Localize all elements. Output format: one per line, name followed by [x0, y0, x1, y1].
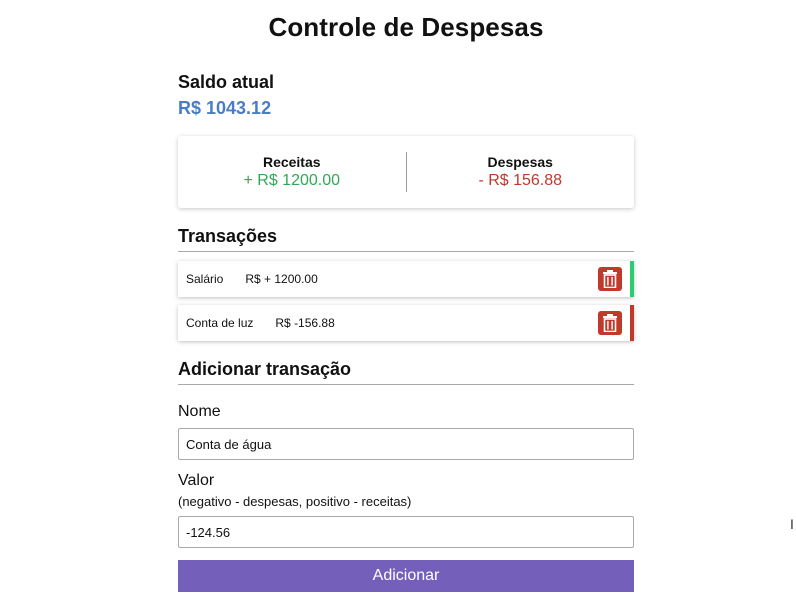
- balance-label: Saldo atual: [178, 72, 275, 92]
- expense-label: Despesas: [487, 154, 553, 170]
- balance-value: R$ 1043.12: [178, 98, 272, 118]
- name-label: Nome: [178, 403, 221, 420]
- transactions-heading: Transações: [178, 226, 634, 252]
- income-summary: Receitas + R$ 1200.00: [178, 153, 406, 191]
- income-label: Receitas: [262, 154, 321, 170]
- text-cursor-icon: I: [790, 516, 794, 532]
- income-value: + R$ 1200.00: [243, 172, 341, 189]
- expense-summary: Despesas - R$ 156.88: [407, 153, 635, 191]
- value-input[interactable]: [178, 516, 634, 548]
- value-label: Valor: [178, 472, 215, 489]
- transaction-item: Salário R$ + 1200.00: [178, 261, 634, 297]
- transaction-item: Conta de luz R$ -156.88: [178, 305, 634, 341]
- expense-value: - R$ 156.88: [478, 172, 563, 189]
- transaction-name: Conta de luz: [186, 316, 254, 330]
- transaction-amount: R$ + 1200.00: [245, 272, 318, 286]
- page-title: Controle de Despesas: [268, 12, 544, 42]
- summary-card: Receitas + R$ 1200.00 Despesas - R$ 156.…: [178, 136, 634, 208]
- name-input[interactable]: [178, 428, 634, 460]
- expense-tracker-page: Controle de Despesas Saldo atual R$ 1043…: [0, 0, 796, 616]
- value-hint: (negativo - despesas, positivo - receita…: [178, 494, 412, 509]
- trash-icon: [603, 314, 617, 332]
- transaction-amount: R$ -156.88: [275, 316, 335, 330]
- transaction-name: Salário: [186, 272, 224, 286]
- delete-transaction-button[interactable]: [598, 267, 622, 291]
- add-transaction-heading: Adicionar transação: [178, 359, 634, 385]
- add-transaction-button[interactable]: Adicionar: [178, 560, 634, 592]
- trash-icon: [603, 270, 617, 288]
- delete-transaction-button[interactable]: [598, 311, 622, 335]
